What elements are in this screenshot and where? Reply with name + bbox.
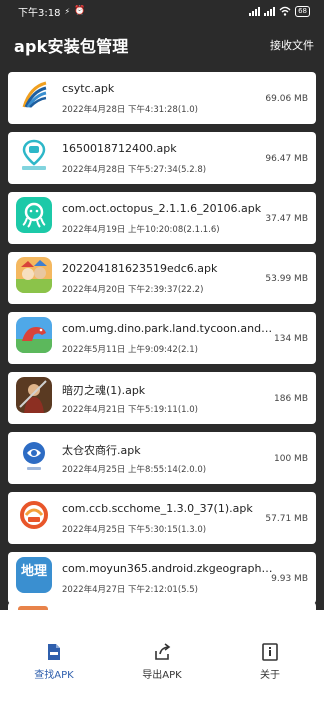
feather-logo-icon	[16, 77, 52, 113]
page-title: apk安装包管理	[14, 37, 129, 56]
apk-size: 69.06 MB	[265, 94, 308, 104]
apk-size: 53.99 MB	[265, 274, 308, 284]
status-time: 下午3:18	[18, 7, 61, 19]
bank-logo-icon	[16, 437, 52, 473]
apk-date-version: 2022年4月27日 下午2:12:01(5.5)	[62, 585, 198, 595]
nav-label: 查找APK	[34, 670, 74, 681]
apk-size: 9.93 MB	[271, 574, 308, 584]
apk-date-version: 2022年4月20日 下午2:39:37(22.2)	[62, 285, 204, 295]
geography-app-icon: 地理	[16, 557, 52, 593]
signal-icon-2	[264, 6, 276, 16]
list-item[interactable]: 太仓农商行.apk 2022年4月25日 上午8:55:14(2.0.0) 10…	[8, 432, 316, 484]
ccb-logo-icon	[16, 497, 52, 533]
list-item[interactable]: com.oct.octopus_2.1.1.6_20106.apk 2022年4…	[8, 192, 316, 244]
apk-name: com.umg.dino.park.land.tycoon.androi...	[62, 322, 276, 335]
apk-search-icon	[48, 644, 60, 660]
apk-size: 57.71 MB	[265, 514, 308, 524]
signal-icon	[249, 6, 261, 16]
apk-name: 暗刃之魂(1).apk	[62, 384, 146, 397]
apk-name: csytc.apk	[62, 82, 115, 95]
apk-date-version: 2022年5月11日 上午9:09:42(2.1)	[62, 345, 198, 355]
apk-size: 100 MB	[274, 454, 308, 464]
alarm-icon: ⏰	[74, 6, 86, 16]
apk-size: 37.47 MB	[265, 214, 308, 224]
list-item[interactable]: 暗刃之魂(1).apk 2022年4月21日 下午5:19:11(1.0) 18…	[8, 372, 316, 424]
nav-label: 导出APK	[142, 670, 182, 681]
apk-name: com.ccb.scchome_1.3.0_37(1).apk	[62, 502, 253, 515]
wifi-icon	[279, 6, 291, 16]
dinosaur-game-icon	[16, 317, 52, 353]
apk-name: 202204181623519edc6.apk	[62, 262, 218, 275]
nav-export-apk[interactable]: 导出APK	[117, 642, 207, 681]
list-item[interactable]: com.umg.dino.park.land.tycoon.androi... …	[8, 312, 316, 364]
info-icon	[262, 643, 278, 661]
bottom-navigation: 查找APK 导出APK 关于	[0, 610, 324, 720]
receive-file-button[interactable]: 接收文件	[270, 37, 314, 53]
status-bar: 下午3:18 ⚡ ⏰ 68	[0, 0, 324, 22]
hd-icon: ⚡	[64, 6, 71, 16]
location-pin-app-icon	[16, 137, 52, 173]
list-item[interactable]: 202204181623519edc6.apk 2022年4月20日 下午2:3…	[8, 252, 316, 304]
nav-about[interactable]: 关于	[225, 642, 315, 681]
apk-name: com.moyun365.android.zkgeography...	[62, 562, 276, 575]
apk-name: com.oct.octopus_2.1.1.6_20106.apk	[62, 202, 262, 215]
list-item[interactable]: com.ccb.scchome_1.3.0_37(1).apk 2022年4月2…	[8, 492, 316, 544]
apk-date-version: 2022年4月28日 下午5:27:34(5.2.8)	[62, 165, 207, 175]
apk-date-version: 2022年4月28日 下午4:31:28(1.0)	[62, 105, 198, 115]
apk-date-version: 2022年4月25日 上午8:55:14(2.0.0)	[62, 465, 207, 475]
list-item[interactable]: 地理 com.moyun365.android.zkgeography... 2…	[8, 552, 316, 604]
apk-date-version: 2022年4月19日 上午10:20:08(2.1.1.6)	[62, 225, 220, 235]
app-bar: apk安装包管理 接收文件	[0, 22, 324, 68]
cartoon-game-icon	[16, 257, 52, 293]
apk-size: 96.47 MB	[265, 154, 308, 164]
battery-icon: 68	[295, 5, 310, 17]
apk-size: 134 MB	[274, 334, 308, 344]
nav-label: 关于	[260, 670, 280, 681]
apk-size: 186 MB	[274, 394, 308, 404]
nav-find-apk[interactable]: 查找APK	[9, 642, 99, 681]
list-item[interactable]: 1650018712400.apk 2022年4月28日 下午5:27:34(5…	[8, 132, 316, 184]
apk-date-version: 2022年4月21日 下午5:19:11(1.0)	[62, 405, 198, 415]
geography-icon-text: 地理	[20, 564, 47, 579]
apk-date-version: 2022年4月25日 下午5:30:15(1.3.0)	[62, 525, 207, 535]
apk-list[interactable]: csytc.apk 2022年4月28日 下午4:31:28(1.0) 69.0…	[0, 68, 324, 608]
warrior-game-icon	[16, 377, 52, 413]
export-icon	[155, 643, 171, 660]
apk-name: 1650018712400.apk	[62, 142, 177, 155]
list-item[interactable]: csytc.apk 2022年4月28日 下午4:31:28(1.0) 69.0…	[8, 72, 316, 124]
apk-name: 太仓农商行.apk	[62, 444, 141, 457]
octopus-app-icon	[16, 197, 52, 233]
